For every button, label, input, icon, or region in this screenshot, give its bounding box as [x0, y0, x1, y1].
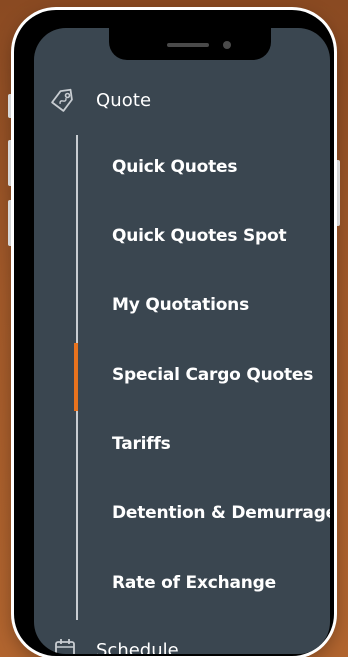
submenu-item-special-cargo-quotes[interactable]: Special Cargo Quotes: [112, 365, 313, 385]
mute-switch: [8, 94, 13, 118]
quote-section-header[interactable]: Quote: [34, 82, 330, 118]
speaker-grille: [167, 43, 209, 47]
front-camera: [223, 41, 231, 49]
schedule-section-header[interactable]: Schedule: [34, 634, 330, 654]
price-tag-icon: [51, 88, 73, 112]
phone-screen: Quote Quick Quotes Quick Quotes Spot My …: [34, 28, 330, 654]
volume-up-button: [8, 140, 13, 186]
power-button: [335, 160, 340, 226]
quote-section-title: Quote: [96, 90, 152, 111]
phone-frame: Quote Quick Quotes Quick Quotes Spot My …: [14, 10, 334, 656]
submenu-item-rate-of-exchange[interactable]: Rate of Exchange: [112, 573, 276, 593]
schedule-section-title: Schedule: [96, 640, 179, 654]
submenu-item-quick-quotes[interactable]: Quick Quotes: [112, 157, 237, 177]
submenu-item-quick-quotes-spot[interactable]: Quick Quotes Spot: [112, 226, 287, 246]
calendar-icon: [55, 639, 75, 654]
active-item-indicator: [74, 343, 78, 411]
submenu-item-my-quotations[interactable]: My Quotations: [112, 295, 249, 315]
phone-notch: [109, 28, 271, 60]
volume-down-button: [8, 200, 13, 246]
submenu-item-tariffs[interactable]: Tariffs: [112, 434, 171, 454]
submenu-item-detention-demurrage[interactable]: Detention & Demurrage: [112, 503, 330, 523]
